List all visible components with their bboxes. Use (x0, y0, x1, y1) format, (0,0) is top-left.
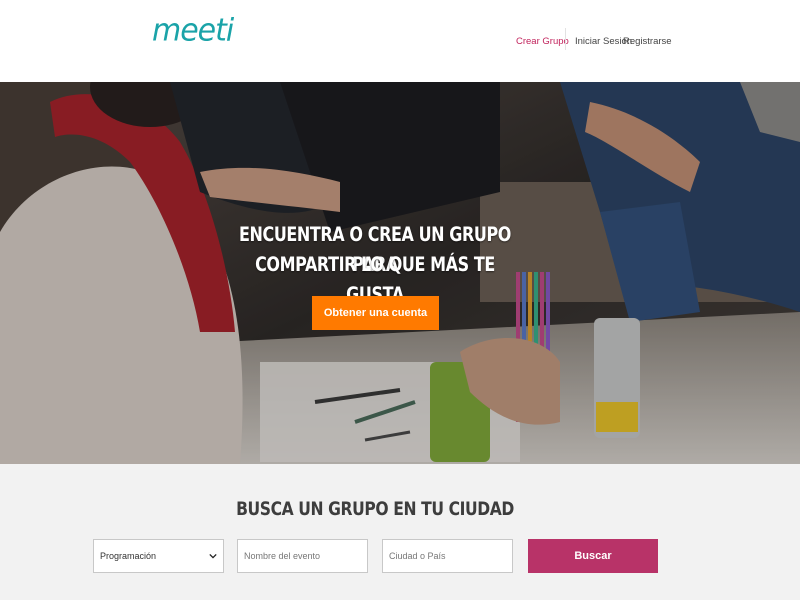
hero-banner: ENCUENTRA O CREA UN GRUPO PARA COMPARTIR… (0, 82, 800, 464)
event-name-input[interactable] (237, 539, 368, 573)
chevron-down-icon (209, 553, 217, 559)
nav-register-link[interactable]: Registrarse (623, 34, 672, 48)
city-country-input[interactable] (382, 539, 513, 573)
site-header: meeti Crear Grupo Iniciar Sesión Registr… (0, 0, 800, 82)
search-section: BUSCA UN GRUPO EN TU CIUDAD Programación… (0, 464, 800, 600)
meeti-logo[interactable]: meeti (152, 13, 234, 49)
category-select-value: Programación (100, 551, 157, 561)
category-select[interactable]: Programación (93, 539, 224, 573)
search-section-title: BUSCA UN GRUPO EN TU CIUDAD (236, 498, 514, 520)
get-account-button[interactable]: Obtener una cuenta (312, 296, 439, 330)
nav-divider (565, 28, 566, 50)
search-button[interactable]: Buscar (528, 539, 658, 573)
nav-create-group-link[interactable]: Crear Grupo (516, 34, 569, 48)
